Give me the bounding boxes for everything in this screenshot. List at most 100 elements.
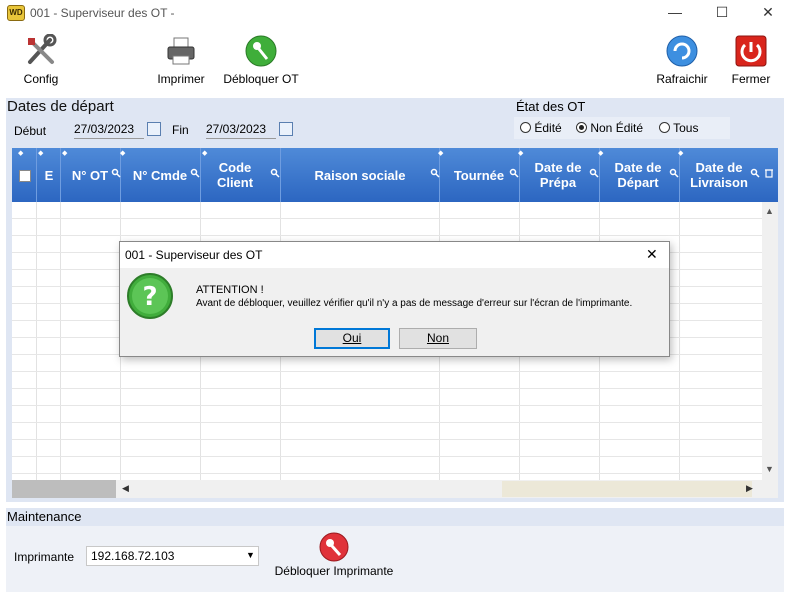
grid-row-line [12,235,762,236]
grid-row-line [12,422,762,423]
radio-circle-selected [576,122,587,133]
grid-row-line [12,439,762,440]
scroll-thumb[interactable] [502,481,752,497]
refresh-icon [666,35,698,67]
imprimer-button[interactable]: Imprimer [152,34,210,86]
sort-icon: ◆ [678,150,684,157]
grid-row-line [12,456,762,457]
sort-icon: ◆ [202,150,208,157]
rafraichir-label: Rafraichir [656,72,708,86]
dialog-heading: ATTENTION ! [196,284,264,296]
horizontal-scrollbar[interactable]: ◀ ▶ [12,480,778,498]
radio-edite-label: Édité [534,121,562,135]
col-header-tournee[interactable]: Tournée [440,148,518,202]
grid-row-line [12,388,762,389]
config-label: Config [23,72,59,86]
vertical-scrollbar[interactable]: ▲ ▼ [762,202,778,480]
radio-non-edite[interactable]: Non Édité [576,121,643,135]
maximize-button[interactable]: ☐ [699,0,745,26]
col-header-code-client[interactable]: Code Client [201,148,269,202]
search-icon[interactable] [111,168,121,178]
col-header-raison-sociale[interactable]: Raison sociale [281,148,439,202]
imprimante-value: 192.168.72.103 [91,549,175,563]
search-icon[interactable] [509,168,519,178]
dialog-title-bar: 001 - Superviseur des OT ✕ [120,242,669,268]
close-window-button[interactable]: ✕ [745,0,790,26]
fin-label: Fin [172,123,189,137]
debloquer-imprimante-button[interactable]: Débloquer Imprimante [268,532,400,578]
grid-row-line [12,473,762,474]
col-header-date-prepa[interactable]: Date de Prépa [520,148,596,202]
imprimante-label: Imprimante [14,550,75,564]
minimize-button[interactable]: — [652,0,698,26]
scroll-down-icon[interactable]: ▼ [765,464,774,474]
tools-icon [28,34,57,64]
radio-tous[interactable]: Tous [659,121,698,135]
calendar-icon[interactable] [279,122,293,136]
grid-row-line [12,218,762,219]
non-label: Non [426,331,449,345]
radio-circle [520,122,531,133]
radio-circle [659,122,670,133]
printer-icon [167,37,195,65]
col-header-no-cmde[interactable]: N° Cmde [121,148,199,202]
chevron-down-icon[interactable]: ▼ [246,550,255,560]
question-icon: ? [127,273,173,319]
radio-edite[interactable]: Édité [520,121,562,135]
scroll-left-icon[interactable]: ◀ [122,483,129,494]
search-icon[interactable] [190,168,200,178]
sort-icon: ◆ [438,150,444,157]
debut-label: Début [14,124,47,138]
col-header-date-livraison[interactable]: Date de Livraison [680,148,758,202]
calendar-icon[interactable] [147,122,161,136]
select-all-checkbox[interactable] [19,170,31,182]
oui-button[interactable]: Oui [314,328,390,349]
dialog-title: 001 - Superviseur des OT [125,248,263,262]
title-bar: WD 001 - Superviseur des OT - — ☐ ✕ [0,0,790,26]
config-button[interactable]: Config [18,34,64,86]
grid-row-line [12,371,762,372]
grid-row-line [12,405,762,406]
fermer-label: Fermer [731,72,771,86]
scroll-up-icon[interactable]: ▲ [765,206,774,216]
radio-non-edite-label: Non Édité [590,121,644,135]
fin-date-input[interactable]: 27/03/2023 [206,121,276,139]
scroll-right-icon[interactable]: ▶ [746,483,753,494]
sort-icon: ◆ [120,150,126,157]
dialog-close-button[interactable]: ✕ [646,246,658,263]
scroll-left-area [12,480,116,498]
sort-icon: ◆ [18,150,24,157]
app-icon: WD [7,5,25,21]
rafraichir-button[interactable]: Rafraichir [652,34,712,86]
confirm-dialog: 001 - Superviseur des OT ✕ ? ATTENTION !… [119,241,670,357]
trash-icon[interactable] [764,168,774,178]
search-icon[interactable] [270,168,280,178]
oui-label: Oui [342,331,362,345]
sort-icon: ◆ [518,150,524,157]
col-header-date-depart[interactable]: Date de Départ [600,148,676,202]
radio-tous-label: Tous [673,121,699,135]
debloquer-ot-label: Débloquer OT [223,72,299,86]
power-icon [735,35,767,67]
unlock-key-green-icon [245,35,277,67]
grid-header: E N° OT N° Cmde Code Client Raison socia… [12,148,778,202]
sort-icon: ◆ [598,150,604,157]
svg-text:?: ? [142,282,157,312]
fermer-button[interactable]: Fermer [726,34,776,86]
search-icon[interactable] [669,168,679,178]
maintenance-title: Maintenance [7,509,82,524]
etat-radio-group: Édité Non Édité Tous [514,117,730,139]
debloquer-ot-button[interactable]: Débloquer OT [220,34,302,86]
sort-icon: ◆ [38,150,44,157]
search-icon[interactable] [589,168,599,178]
search-icon[interactable] [750,168,760,178]
dates-section-title: Dates de départ [7,98,114,115]
maintenance-band [6,508,784,526]
search-icon[interactable] [430,168,440,178]
debut-date-input[interactable]: 27/03/2023 [74,121,144,139]
window-title: 001 - Superviseur des OT - [30,6,175,20]
debloquer-imprimante-label: Débloquer Imprimante [274,564,394,578]
non-button[interactable]: Non [399,328,477,349]
imprimante-select[interactable]: 192.168.72.103 ▼ [86,546,259,566]
dialog-message: Avant de débloquer, veuillez vérifier qu… [196,298,633,309]
